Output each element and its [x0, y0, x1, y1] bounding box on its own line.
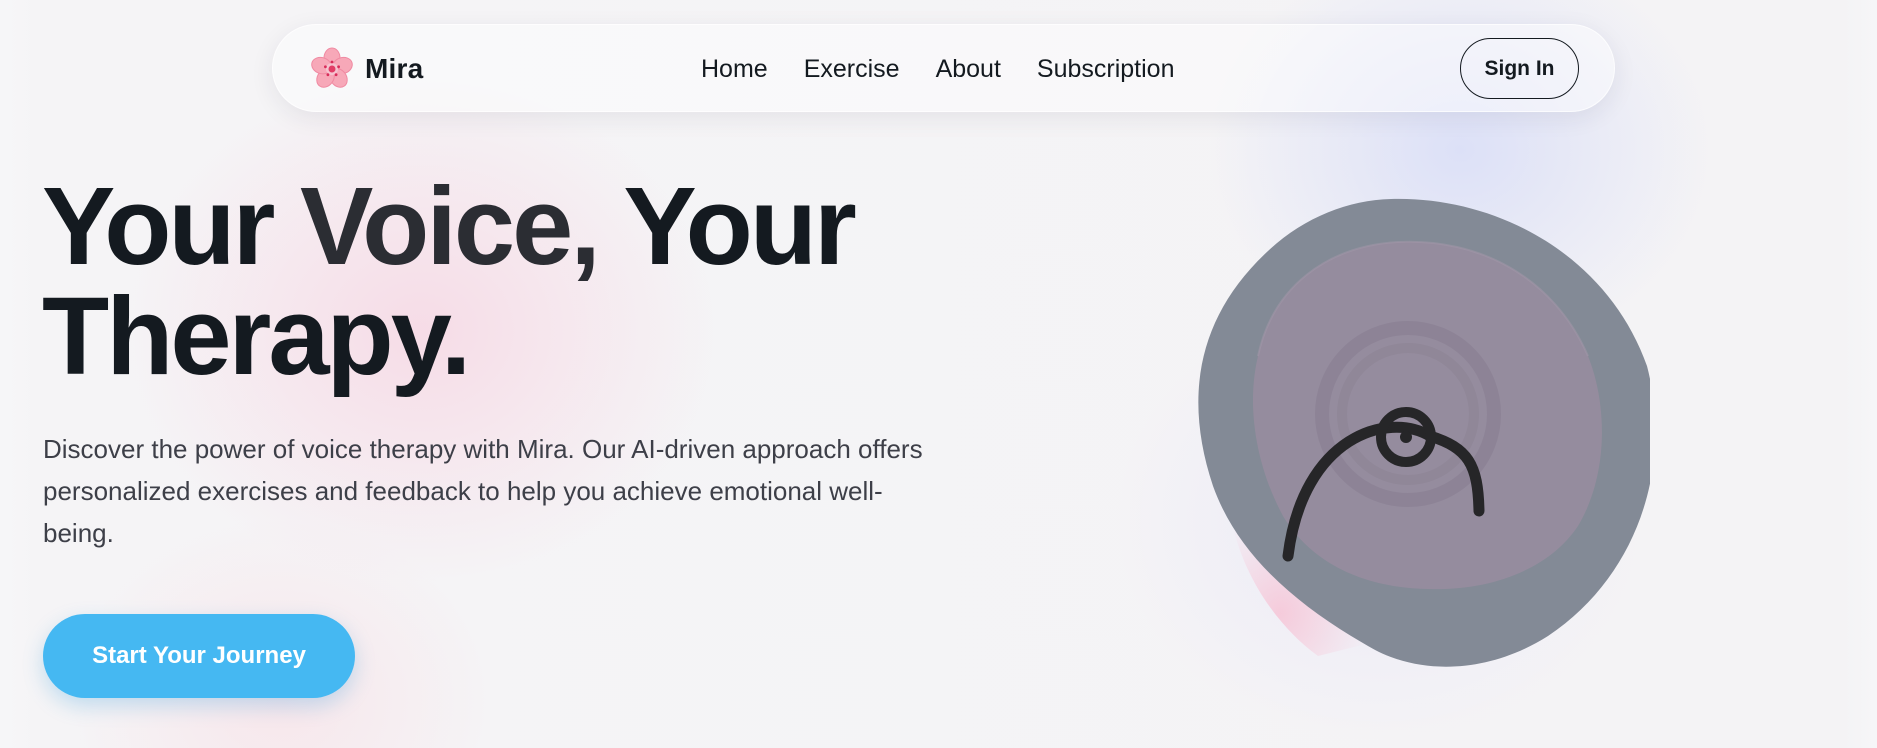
- hero-title-accent: Voice,: [299, 165, 601, 288]
- sign-in-button[interactable]: Sign In: [1460, 38, 1579, 99]
- start-journey-button[interactable]: Start Your Journey: [43, 614, 355, 698]
- cherry-blossom-icon: [311, 47, 353, 88]
- nav-links: Home Exercise About Subscription: [701, 25, 1174, 113]
- brand[interactable]: Mira: [309, 47, 423, 91]
- nav-link-subscription[interactable]: Subscription: [1037, 55, 1175, 84]
- nav-link-about[interactable]: About: [936, 55, 1001, 84]
- nav-link-exercise[interactable]: Exercise: [804, 55, 900, 84]
- brand-name: Mira: [365, 53, 424, 84]
- hero-title-line2: Therapy.: [42, 275, 471, 398]
- hero-title-part2: Your: [597, 165, 856, 288]
- hero-description: Discover the power of voice therapy with…: [43, 434, 923, 548]
- hero-title: Your Voice, Your Therapy.: [42, 172, 942, 392]
- voice-wave-icon: [1198, 198, 1650, 667]
- nav-link-home[interactable]: Home: [701, 55, 768, 84]
- navbar: Mira Home Exercise About Subscription Si…: [272, 24, 1615, 112]
- hero-title-part1: Your: [42, 165, 300, 288]
